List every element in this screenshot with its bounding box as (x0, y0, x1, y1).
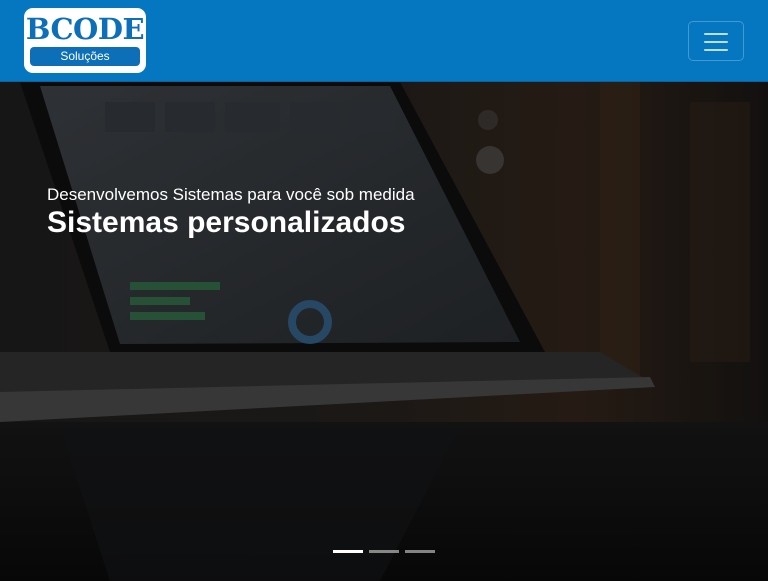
carousel-indicator-2[interactable] (369, 550, 399, 553)
logo-text: BCODE (25, 12, 145, 46)
carousel-indicator-1[interactable] (333, 550, 363, 553)
top-navbar: BCODE Soluções (0, 0, 768, 82)
hamburger-menu-icon (704, 49, 728, 51)
carousel-indicator-3[interactable] (405, 550, 435, 553)
hero-overlay (0, 82, 768, 581)
logo-subtitle: Soluções (30, 47, 140, 66)
brand-logo[interactable]: BCODE Soluções (24, 8, 146, 73)
menu-toggle-button[interactable] (688, 21, 744, 61)
slide-title: Sistemas personalizados (47, 206, 406, 239)
hero-carousel: Desenvolvemos Sistemas para você sob med… (0, 82, 768, 581)
hamburger-menu-icon (704, 41, 728, 43)
slide-subtitle: Desenvolvemos Sistemas para você sob med… (47, 185, 415, 204)
hamburger-menu-icon (704, 33, 728, 35)
